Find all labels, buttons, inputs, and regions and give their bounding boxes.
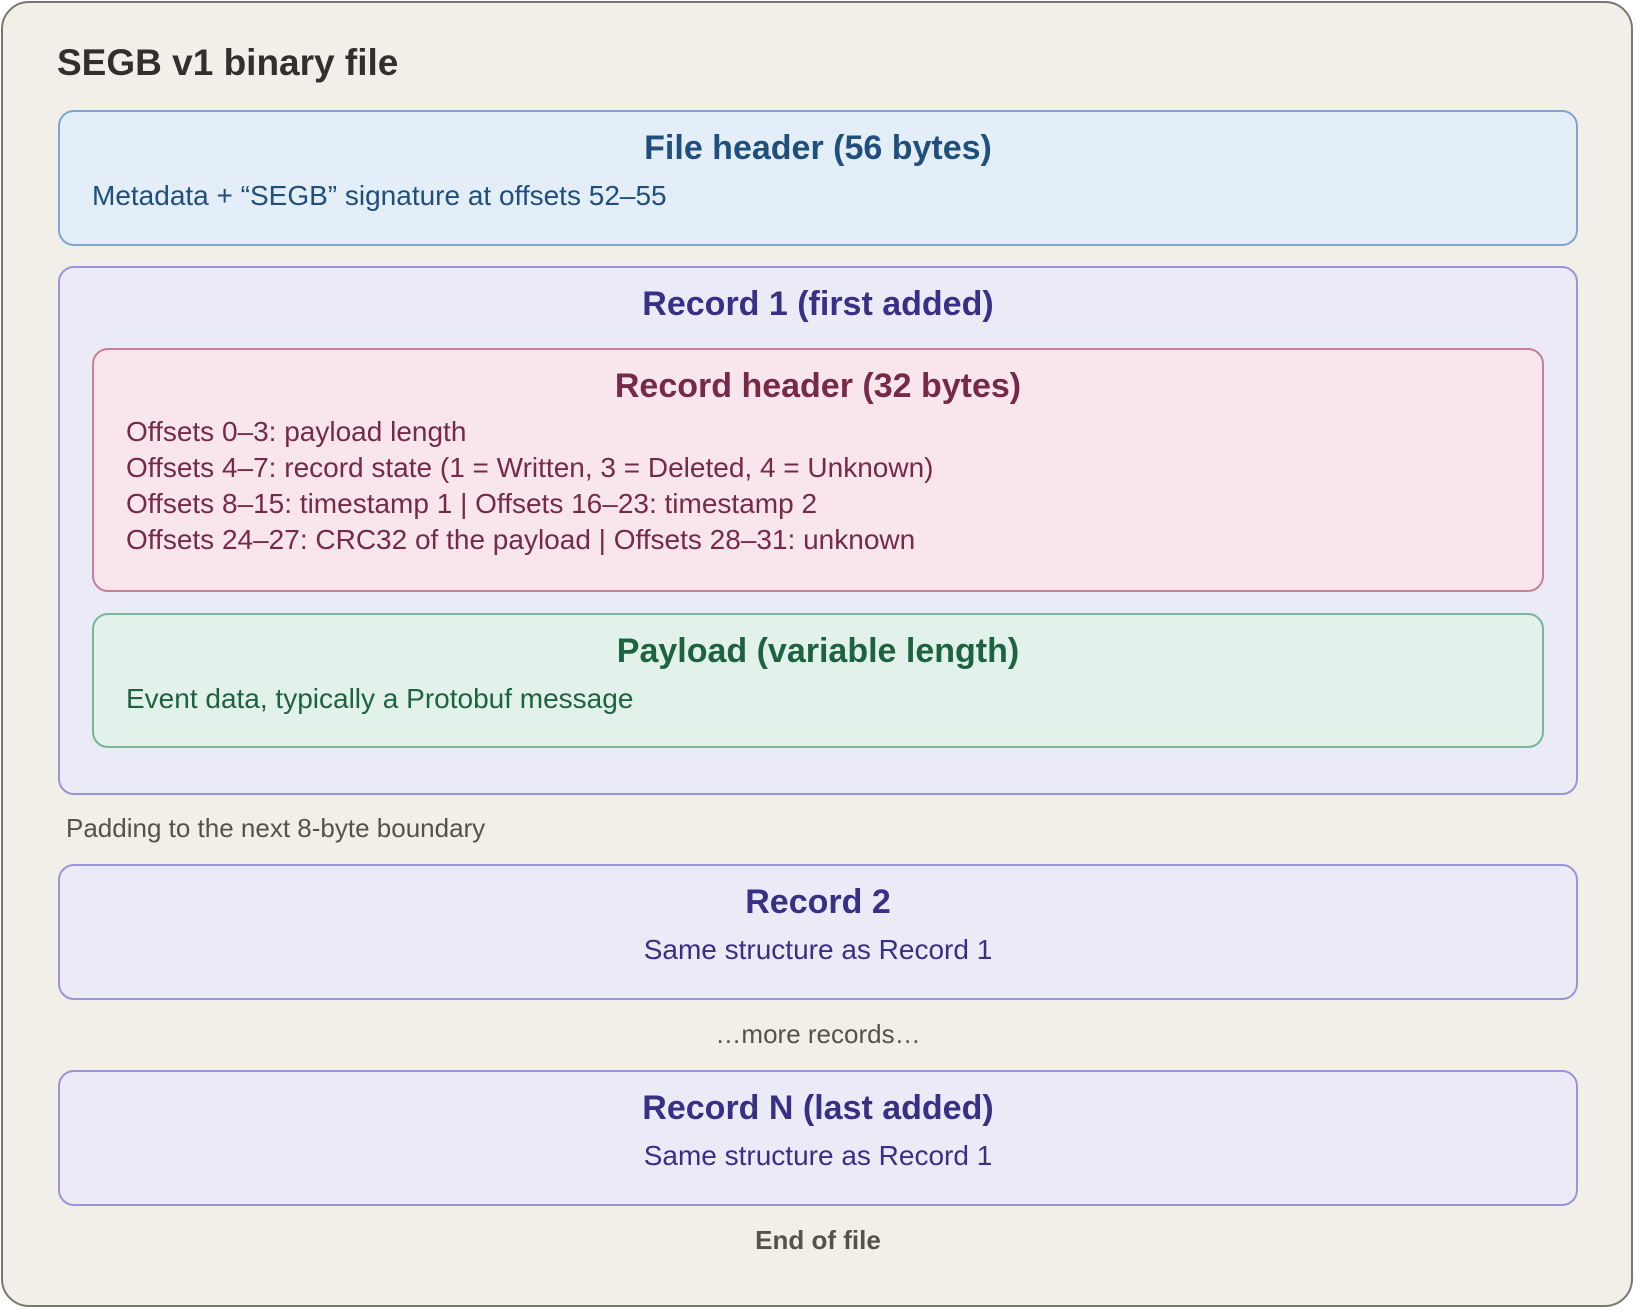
payload-block: Payload (variable length) Event data, ty… (92, 613, 1544, 748)
record-header-line: Offsets 8–15: timestamp 1 | Offsets 16–2… (126, 488, 818, 519)
record-n-block: Record N (last added) Same structure as … (58, 1070, 1578, 1206)
record-header-line: Offsets 4–7: record state (1 = Written, … (126, 452, 934, 483)
file-header-block: File header (56 bytes) Metadata + “SEGB”… (58, 110, 1578, 246)
record-header-line: Offsets 0–3: payload length (126, 416, 467, 447)
payload-description: Event data, typically a Protobuf message (126, 683, 634, 714)
record-2-block: Record 2 Same structure as Record 1 (58, 864, 1578, 1000)
record-header-line: Offsets 24–27: CRC32 of the payload | Of… (126, 524, 916, 555)
file-header-description: Metadata + “SEGB” signature at offsets 5… (92, 180, 667, 211)
more-records-note: …more records… (715, 1019, 921, 1049)
diagram-title: SEGB v1 binary file (57, 42, 399, 83)
payload-title: Payload (variable length) (616, 632, 1020, 670)
record-header-title: Record header (32 bytes) (614, 367, 1022, 405)
record-n-title: Record N (last added) (642, 1089, 994, 1127)
file-header-title: File header (56 bytes) (644, 129, 992, 167)
padding-note: Padding to the next 8-byte boundary (66, 813, 486, 843)
record-header-block: Record header (32 bytes) Offsets 0–3: pa… (92, 348, 1544, 592)
record-n-description: Same structure as Record 1 (643, 1140, 993, 1171)
end-of-file-note: End of file (755, 1225, 881, 1255)
record-2-description: Same structure as Record 1 (643, 934, 993, 965)
record-2-title: Record 2 (745, 883, 891, 921)
record-1-title: Record 1 (first added) (642, 285, 994, 323)
